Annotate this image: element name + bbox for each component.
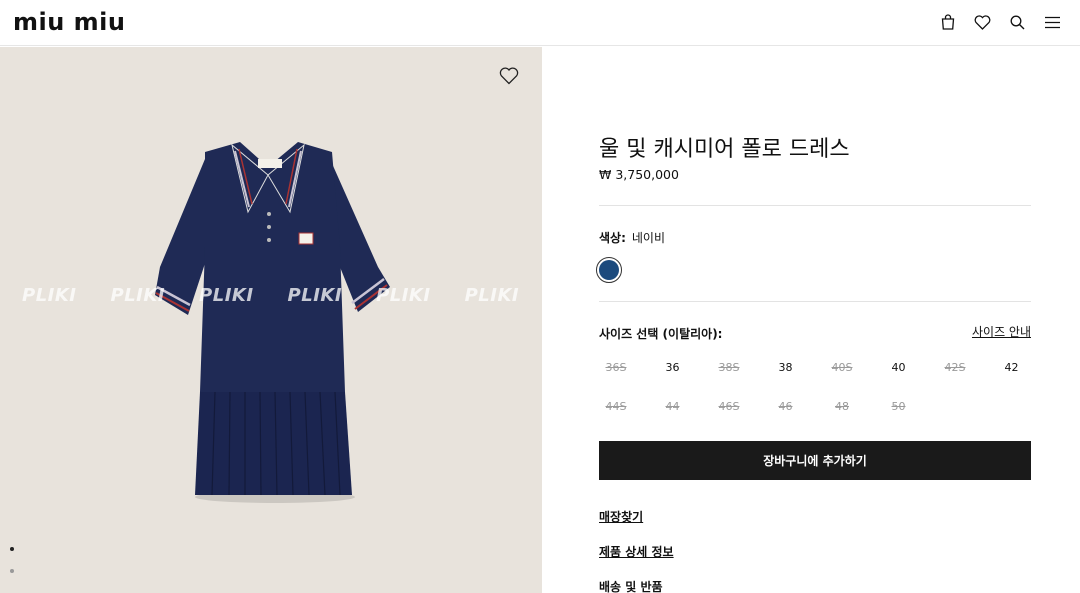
size-option[interactable]: 42S bbox=[938, 357, 972, 379]
dress-image bbox=[155, 142, 390, 503]
size-guide-link[interactable]: 사이즈 안내 bbox=[972, 323, 1031, 340]
size-option[interactable]: 44S bbox=[599, 396, 633, 418]
color-label: 색상: bbox=[599, 231, 626, 245]
size-option[interactable]: 38S bbox=[712, 357, 746, 379]
product-price: ₩ 3,750,000 bbox=[599, 167, 679, 182]
divider bbox=[599, 205, 1031, 206]
gallery-pagination bbox=[10, 547, 14, 591]
store-locator-link[interactable]: 매장찾기 bbox=[599, 508, 643, 525]
size-option[interactable]: 50 bbox=[882, 396, 916, 418]
heart-icon[interactable] bbox=[965, 11, 1000, 33]
size-option[interactable]: 42 bbox=[995, 357, 1029, 379]
shipping-returns-link[interactable]: 배송 및 반품 bbox=[599, 578, 663, 593]
watermark-text: PLIKI bbox=[287, 285, 343, 306]
size-option[interactable]: 46 bbox=[769, 396, 803, 418]
size-option[interactable]: 40 bbox=[882, 357, 916, 379]
color-swatch-navy[interactable] bbox=[599, 260, 619, 280]
color-swatch-selected[interactable] bbox=[596, 257, 622, 283]
watermark: PLIKI PLIKI PLIKI PLIKI PLIKI PLIKI bbox=[22, 285, 542, 306]
color-row: 색상: 네이비 bbox=[599, 229, 665, 246]
size-option[interactable]: 36S bbox=[599, 357, 633, 379]
site-header: miu miu bbox=[0, 0, 1080, 46]
watermark-text: PLIKI bbox=[376, 285, 431, 306]
watermark-text: PLIKI bbox=[22, 285, 77, 306]
size-grid: 36S 36 38S 38 40S 40 42S 42 44S 44 46S 4… bbox=[599, 357, 1039, 418]
wishlist-heart-icon[interactable] bbox=[499, 67, 521, 89]
size-option[interactable]: 40S bbox=[825, 357, 859, 379]
brand-logo[interactable]: miu miu bbox=[13, 8, 126, 36]
watermark-text: PLIKI bbox=[199, 285, 254, 306]
size-heading: 사이즈 선택 (이탈리아): bbox=[599, 327, 723, 341]
size-option[interactable]: 36 bbox=[656, 357, 690, 379]
size-option[interactable]: 48 bbox=[825, 396, 859, 418]
gallery-dot-active[interactable] bbox=[10, 547, 14, 551]
product-title: 울 및 캐시미어 폴로 드레스 bbox=[599, 137, 850, 162]
header-icons bbox=[930, 11, 1070, 33]
product-details-link[interactable]: 제품 상세 정보 bbox=[599, 543, 674, 560]
add-to-cart-button[interactable]: 장바구니에 추가하기 bbox=[599, 441, 1031, 480]
search-icon[interactable] bbox=[1000, 11, 1035, 33]
color-value: 네이비 bbox=[631, 231, 666, 245]
size-option[interactable]: 44 bbox=[656, 396, 690, 418]
watermark-text: PLIKI bbox=[110, 285, 166, 306]
size-option[interactable]: 46S bbox=[712, 396, 746, 418]
menu-icon[interactable] bbox=[1035, 11, 1070, 33]
gallery-dot[interactable] bbox=[10, 569, 14, 573]
divider bbox=[599, 301, 1031, 302]
watermark-text: PLIKI bbox=[464, 285, 520, 306]
product-image-gallery[interactable]: PLIKI PLIKI PLIKI PLIKI PLIKI PLIKI bbox=[0, 47, 542, 593]
bag-icon[interactable] bbox=[930, 11, 965, 33]
size-option[interactable]: 38 bbox=[769, 357, 803, 379]
